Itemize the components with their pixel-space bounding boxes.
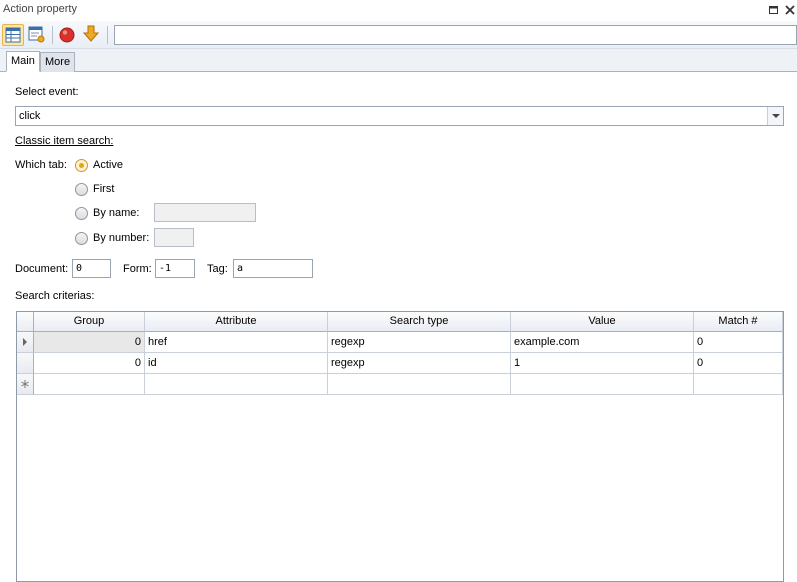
title-bar: Action property: [0, 0, 797, 21]
download-arrow-icon[interactable]: [81, 24, 103, 46]
which-tab-label: Which tab:: [15, 159, 67, 171]
column-header-search-type[interactable]: Search type: [328, 312, 511, 332]
toolbar-separator: [52, 26, 53, 44]
column-header-match[interactable]: Match #: [694, 312, 783, 332]
cell-value[interactable]: [511, 374, 694, 395]
cell-attribute[interactable]: href: [145, 332, 328, 353]
form-label: Form:: [123, 263, 152, 275]
radio-active-label: Active: [93, 159, 123, 171]
radio-by-number[interactable]: [75, 232, 88, 245]
new-row-asterisk-icon: [21, 380, 29, 388]
grid-view-icon[interactable]: [2, 24, 24, 46]
cell-attribute[interactable]: [145, 374, 328, 395]
cell-match[interactable]: [694, 374, 783, 395]
search-criteria-label: Search criterias:: [15, 290, 95, 302]
radio-by-name-label: By name:: [93, 207, 140, 219]
table-row[interactable]: 0 href regexp example.com 0: [17, 332, 783, 353]
row-header-corner: [17, 312, 34, 332]
cell-group[interactable]: 0: [34, 353, 145, 374]
classic-search-label: Classic item search:: [15, 135, 114, 147]
window-title: Action property: [3, 3, 77, 15]
radio-first-label: First: [93, 183, 115, 195]
cell-match[interactable]: 0: [694, 332, 783, 353]
tag-input[interactable]: a: [233, 259, 313, 278]
document-label: Document:: [15, 263, 69, 275]
radio-first[interactable]: [75, 183, 88, 196]
criteria-grid: Group Attribute Search type Value Match …: [16, 311, 784, 582]
cell-attribute[interactable]: id: [145, 353, 328, 374]
cell-search-type[interactable]: [328, 374, 511, 395]
cell-value[interactable]: example.com: [511, 332, 694, 353]
stop-record-icon[interactable]: [57, 24, 79, 46]
table-row[interactable]: 0 id regexp 1 0: [17, 353, 783, 374]
row-selector[interactable]: [17, 353, 34, 374]
row-selector[interactable]: [17, 374, 34, 395]
tag-label: Tag:: [207, 263, 228, 275]
row-selector[interactable]: [17, 332, 34, 353]
radio-by-number-label: By number:: [93, 232, 150, 244]
by-name-input[interactable]: [154, 203, 256, 222]
select-event-label: Select event:: [15, 86, 79, 98]
by-number-input[interactable]: [154, 228, 194, 247]
tab-more[interactable]: More: [40, 52, 76, 72]
cell-match[interactable]: 0: [694, 353, 783, 374]
cell-value[interactable]: 1: [511, 353, 694, 374]
radio-active[interactable]: [75, 159, 88, 172]
event-select-value: click: [19, 110, 41, 122]
close-icon[interactable]: [783, 3, 797, 17]
chevron-down-icon[interactable]: [767, 107, 783, 125]
cell-search-type[interactable]: regexp: [328, 353, 511, 374]
properties-icon[interactable]: [26, 24, 48, 46]
document-input[interactable]: 0: [72, 259, 111, 278]
cell-group[interactable]: 0: [34, 332, 145, 353]
cell-group[interactable]: [34, 374, 145, 395]
url-input[interactable]: [114, 25, 797, 45]
tab-main[interactable]: Main: [6, 51, 40, 72]
current-row-icon: [23, 338, 27, 346]
tab-strip: Main More: [0, 49, 797, 72]
event-select[interactable]: click: [15, 106, 784, 126]
cell-search-type[interactable]: regexp: [328, 332, 511, 353]
column-header-attribute[interactable]: Attribute: [145, 312, 328, 332]
form-input[interactable]: -1: [155, 259, 195, 278]
maximize-icon[interactable]: [767, 3, 781, 17]
grid-header-row: Group Attribute Search type Value Match …: [17, 312, 783, 333]
toolbar-separator: [107, 26, 108, 44]
new-row[interactable]: [17, 374, 783, 395]
radio-by-name[interactable]: [75, 207, 88, 220]
column-header-value[interactable]: Value: [511, 312, 694, 332]
column-header-group[interactable]: Group: [34, 312, 145, 332]
